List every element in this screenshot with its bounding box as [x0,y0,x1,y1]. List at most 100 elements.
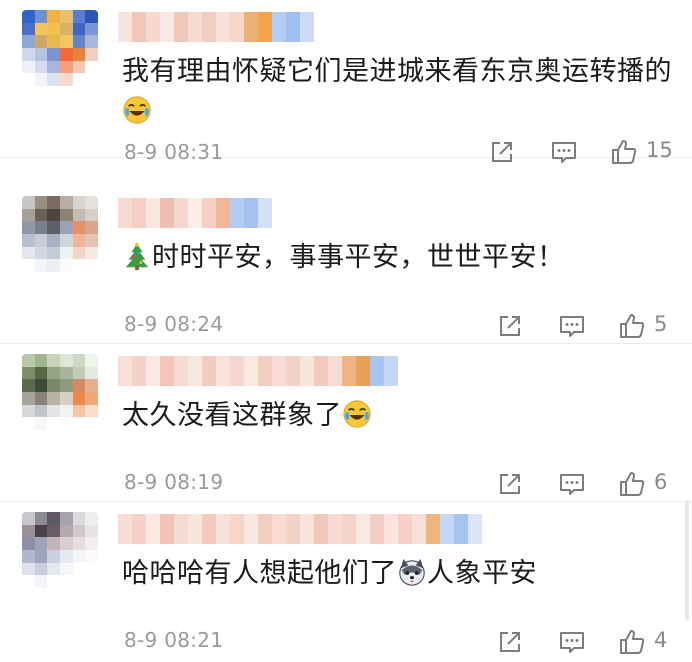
avatar-pixel [22,575,35,588]
avatar-pixel [34,259,48,272]
comment-icon[interactable] [550,138,578,166]
username-pixel [216,514,230,544]
avatar-pixel [47,404,60,418]
username-pixel [468,514,482,544]
username-pixel [146,514,160,544]
avatar[interactable] [22,354,98,430]
action-bar: 4 [496,622,688,662]
username-redacted[interactable] [118,198,272,228]
avatar-pixel [60,537,73,550]
username-pixel [258,356,272,386]
share-icon[interactable] [488,138,516,166]
like-count: 5 [654,312,668,336]
avatar-pixel [72,10,86,23]
username-pixel [356,514,370,544]
avatar-pixel [85,22,98,36]
avatar-pixel [34,60,48,74]
avatar[interactable] [22,512,98,588]
share-icon[interactable] [496,312,524,340]
avatar-pixel [85,524,98,538]
username-pixel [160,12,174,42]
avatar-pixel [22,60,35,74]
username-pixel [454,514,468,544]
avatar-pixel [85,246,98,260]
avatar-pixel [34,354,48,367]
avatar-pixel [22,404,35,418]
avatar-pixel [72,221,86,234]
action-bar: 5 [496,306,688,346]
avatar-pixel [72,404,86,418]
username-pixel [384,514,398,544]
thumbs-up-icon[interactable] [610,138,638,166]
username-pixel [342,514,356,544]
comment-icon[interactable] [558,312,586,340]
username-pixel [174,514,188,544]
avatar-pixel [60,60,73,74]
thumbs-up-icon[interactable] [618,628,646,656]
thumbs-up-icon[interactable] [618,470,646,498]
avatar-pixel [34,246,48,260]
username-pixel [286,12,300,42]
username-redacted[interactable] [118,514,482,544]
username-pixel [216,198,230,228]
avatar-pixel [85,392,98,405]
username-pixel [146,198,160,228]
username-pixel [370,514,384,544]
username-pixel [202,356,216,386]
avatar-pixel [47,512,60,525]
husky-dog-emoji [399,558,425,586]
avatar-pixel [72,512,86,525]
username-pixel [244,12,258,42]
avatar-pixel [22,354,35,367]
avatar-pixel [60,354,73,367]
avatar-pixel [85,35,98,48]
username-pixel [412,514,426,544]
avatar-pixel [47,550,60,563]
scrollbar[interactable] [685,500,689,620]
avatar-pixel [47,196,60,209]
avatar[interactable] [22,10,98,86]
avatar-pixel [22,234,35,247]
avatar-pixel [72,417,86,430]
comment-text: 哈哈哈有人想起他们了 人象平安 [122,554,537,594]
avatar[interactable] [22,196,98,272]
avatar-pixel [60,550,73,563]
avatar-pixel [22,10,35,23]
crying-laughing-emoji [343,400,371,428]
avatar-pixel [72,246,86,260]
username-pixel [272,12,286,42]
action-bar: 6 [496,464,688,504]
thumbs-up-icon[interactable] [618,312,646,340]
avatar-pixel [34,562,48,576]
username-pixel [202,198,216,228]
comment-text: 时时平安，事事平安，世世平安！ [122,238,565,278]
avatar-pixel [47,35,60,48]
avatar-pixel [34,196,48,209]
avatar-pixel [22,417,35,430]
username-redacted[interactable] [118,356,398,386]
username-pixel [132,12,146,42]
share-icon[interactable] [496,470,524,498]
comment-icon[interactable] [558,628,586,656]
comment-text: 太久没看这群象了 [122,396,372,436]
share-icon[interactable] [496,628,524,656]
username-redacted[interactable] [118,12,314,42]
christmas-tree-emoji [125,242,149,271]
avatar-pixel [47,48,60,61]
like-count: 15 [646,138,673,162]
username-pixel [160,356,174,386]
username-pixel [328,514,342,544]
avatar-pixel [47,562,60,576]
avatar-pixel [85,417,98,430]
action-bar: 15 [488,132,680,172]
avatar-pixel [85,48,98,61]
username-pixel [174,356,188,386]
avatar-pixel [85,259,98,272]
username-pixel [118,514,132,544]
avatar-pixel [22,259,35,272]
avatar-pixel [85,366,98,380]
comment-text-content: 时时平安，事事平安，世世平安！ [152,242,565,273]
avatar-pixel [72,379,86,392]
comment-icon[interactable] [558,470,586,498]
avatar-pixel [22,366,35,380]
